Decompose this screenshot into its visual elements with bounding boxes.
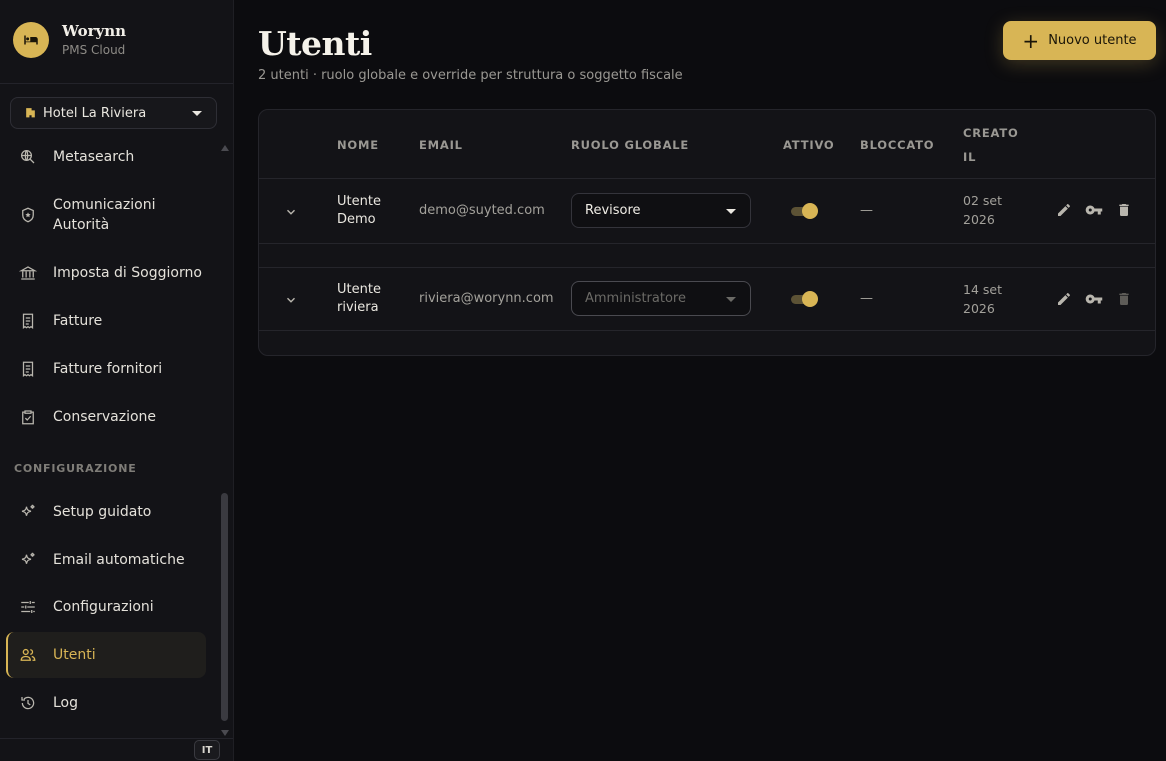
row-divider bbox=[259, 243, 1155, 244]
chevron-down-icon bbox=[726, 297, 736, 302]
role-select[interactable]: Revisore bbox=[571, 193, 751, 228]
search-globe-icon bbox=[19, 148, 37, 166]
sidebar-item-comunicazioni-autorita[interactable]: Comunicazioni Autorità bbox=[6, 192, 206, 238]
sidebar-item-utenti[interactable]: Utenti bbox=[6, 632, 206, 678]
edit-pencil-icon[interactable] bbox=[1055, 290, 1073, 308]
sidebar-item-label: Imposta di Soggiorno bbox=[53, 265, 202, 281]
sidebar-item-label: Utenti bbox=[53, 647, 96, 663]
column-header-email[interactable]: EMAIL bbox=[419, 138, 463, 152]
role-select-value: Revisore bbox=[585, 203, 641, 218]
sidebar-item-label: Fatture bbox=[53, 313, 103, 329]
plus-icon: + bbox=[1022, 28, 1040, 53]
user-name-line2: Demo bbox=[337, 212, 376, 227]
created-date: 02 set bbox=[963, 193, 1002, 208]
hotel-select-value: Hotel La Riviera bbox=[43, 105, 147, 121]
hotel-select[interactable]: Hotel La Riviera bbox=[10, 97, 217, 129]
row-divider bbox=[259, 330, 1155, 331]
users-icon bbox=[19, 646, 37, 664]
toggle-knob bbox=[802, 203, 818, 219]
receipt-icon bbox=[19, 312, 37, 330]
row-divider bbox=[259, 178, 1155, 179]
users-table: NOME EMAIL RUOLO GLOBALE ATTIVO BLOCCATO… bbox=[258, 109, 1156, 356]
brand-name: Worynn bbox=[62, 22, 127, 40]
active-toggle[interactable] bbox=[789, 291, 819, 307]
bed-icon bbox=[13, 22, 49, 58]
sidebar-item-label: Conservazione bbox=[53, 409, 157, 425]
sidebar-item-configurazioni[interactable]: Configurazioni bbox=[6, 584, 206, 630]
created-year: 2026 bbox=[963, 301, 995, 316]
sidebar-item-label: Log bbox=[53, 695, 79, 711]
created-year: 2026 bbox=[963, 212, 995, 227]
sidebar: Worynn PMS Cloud Hotel La Riviera Metase… bbox=[0, 0, 234, 761]
history-icon bbox=[19, 694, 37, 712]
column-header-nome[interactable]: NOME bbox=[337, 138, 379, 152]
sidebar-item-fatture[interactable]: Fatture bbox=[6, 298, 206, 344]
new-user-button[interactable]: + Nuovo utente bbox=[1003, 21, 1156, 60]
user-name-line2: riviera bbox=[337, 300, 379, 315]
column-header-ruolo-globale[interactable]: RUOLO GLOBALE bbox=[571, 138, 689, 152]
brand: Worynn PMS Cloud bbox=[13, 22, 126, 58]
trash-icon[interactable] bbox=[1115, 201, 1133, 219]
shield-star-icon bbox=[19, 206, 37, 224]
bank-icon bbox=[19, 264, 37, 282]
edit-pencil-icon[interactable] bbox=[1055, 201, 1073, 219]
key-icon[interactable] bbox=[1085, 290, 1103, 308]
sidebar-item-fatture-fornitori[interactable]: Fatture fornitori bbox=[6, 346, 206, 392]
role-select-value: Amministratore bbox=[585, 291, 686, 306]
section-title-configurazione: CONFIGURAZIONE bbox=[14, 462, 137, 475]
toggle-knob bbox=[802, 291, 818, 307]
scrollbar-thumb[interactable] bbox=[221, 493, 228, 721]
row-divider bbox=[259, 267, 1155, 268]
blocked-value: — bbox=[860, 203, 873, 218]
expand-row-chevron-icon[interactable] bbox=[284, 204, 298, 218]
scroll-up-arrow-icon[interactable] bbox=[221, 145, 229, 151]
clipboard-check-icon bbox=[19, 408, 37, 426]
receipt-icon bbox=[19, 360, 37, 378]
language-badge[interactable]: IT bbox=[194, 740, 220, 760]
column-header-creato-il[interactable]: IL bbox=[963, 150, 976, 164]
sparkle-icon bbox=[19, 503, 37, 521]
page-subtitle: 2 utenti · ruolo globale e override per … bbox=[258, 68, 683, 83]
created-date: 14 set bbox=[963, 282, 1002, 297]
expand-row-chevron-icon[interactable] bbox=[284, 292, 298, 306]
sidebar-footer-divider bbox=[0, 738, 233, 739]
building-icon bbox=[24, 104, 37, 123]
sparkle-icon bbox=[19, 551, 37, 569]
sidebar-item-conservazione[interactable]: Conservazione bbox=[6, 394, 206, 440]
sidebar-item-metasearch[interactable]: Metasearch bbox=[6, 134, 206, 180]
active-toggle[interactable] bbox=[789, 203, 819, 219]
sidebar-item-log[interactable]: Log bbox=[6, 680, 206, 726]
sidebar-item-label: Comunicazioni Autorità bbox=[53, 197, 156, 233]
user-email: demo@suyted.com bbox=[419, 203, 545, 218]
sidebar-item-label: Metasearch bbox=[53, 149, 135, 165]
scroll-down-arrow-icon[interactable] bbox=[221, 730, 229, 736]
sidebar-scrollbar[interactable] bbox=[219, 143, 231, 738]
brand-subtitle: PMS Cloud bbox=[62, 43, 126, 57]
sidebar-item-label: Setup guidato bbox=[53, 504, 152, 520]
user-name: Utente bbox=[337, 194, 381, 209]
sidebar-item-setup-guidato[interactable]: Setup guidato bbox=[6, 489, 206, 535]
sidebar-divider bbox=[0, 83, 233, 84]
column-header-creato[interactable]: CREATO bbox=[963, 126, 1019, 140]
column-header-attivo[interactable]: ATTIVO bbox=[783, 138, 835, 152]
new-user-button-label: Nuovo utente bbox=[1048, 33, 1137, 48]
sidebar-item-label: Fatture fornitori bbox=[53, 361, 163, 377]
sidebar-item-email-automatiche[interactable]: Email automatiche bbox=[6, 537, 206, 583]
chevron-down-icon bbox=[726, 209, 736, 214]
blocked-value: — bbox=[860, 291, 873, 306]
sidebar-item-imposta-di-soggiorno[interactable]: Imposta di Soggiorno bbox=[6, 250, 206, 296]
trash-icon[interactable] bbox=[1115, 290, 1133, 308]
chevron-down-icon bbox=[192, 111, 202, 116]
sidebar-item-label: Configurazioni bbox=[53, 599, 154, 615]
page-title: Utenti bbox=[258, 24, 372, 63]
key-icon[interactable] bbox=[1085, 201, 1103, 219]
column-header-bloccato[interactable]: BLOCCATO bbox=[860, 138, 934, 152]
role-select[interactable]: Amministratore bbox=[571, 281, 751, 316]
sidebar-item-label: Email automatiche bbox=[53, 552, 185, 568]
sliders-icon bbox=[19, 598, 37, 616]
user-name: Utente bbox=[337, 282, 381, 297]
user-email: riviera@worynn.com bbox=[419, 291, 554, 306]
